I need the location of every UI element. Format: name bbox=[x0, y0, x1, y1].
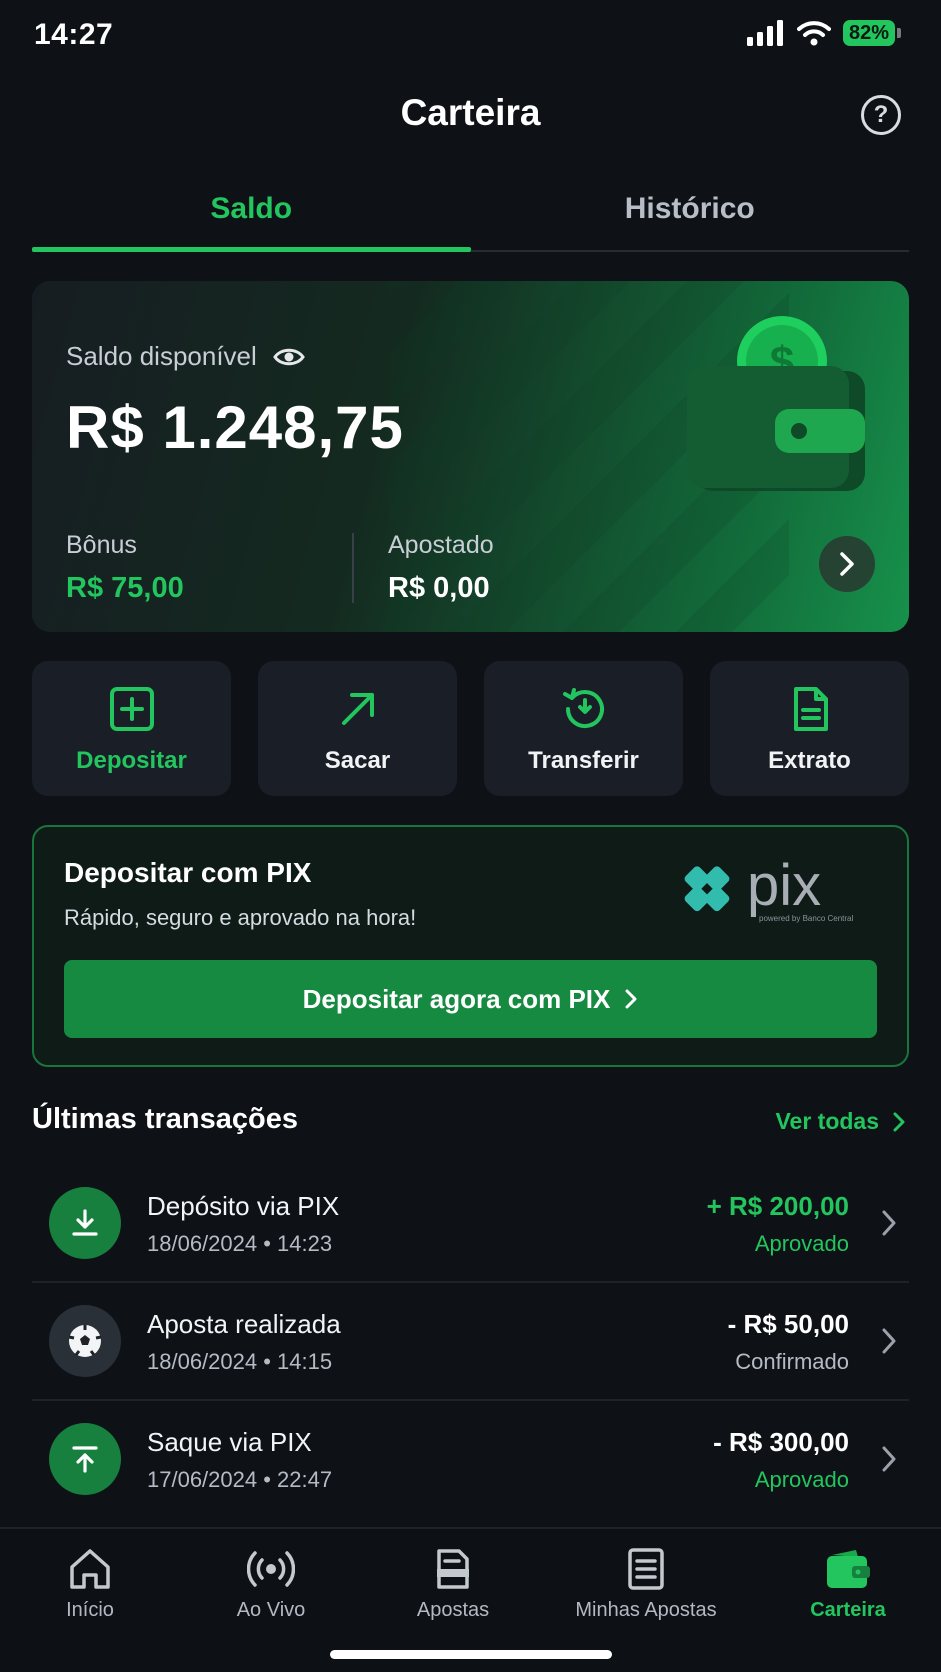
pix-logo-icon: pix powered by Banco Central bbox=[684, 857, 854, 923]
download-icon bbox=[49, 1187, 121, 1259]
statement-label: Extrato bbox=[768, 747, 851, 774]
nav-apostas-label: Apostas bbox=[416, 1599, 490, 1621]
live-broadcast-icon bbox=[247, 1551, 295, 1587]
nav-inicio[interactable]: Início bbox=[5, 1547, 175, 1622]
plus-square-icon bbox=[109, 687, 154, 731]
wallet-icon bbox=[827, 1550, 870, 1588]
status-icons: 82% bbox=[746, 20, 901, 46]
pix-button-label: Depositar agora com PIX bbox=[302, 983, 611, 1014]
list-document-icon bbox=[628, 1548, 664, 1590]
battery-level: 82% bbox=[842, 20, 895, 46]
bonus-block: Bônus R$ 75,00 bbox=[66, 531, 184, 605]
transactions-list: Depósito via PIX 18/06/2024 • 14:23 + R$… bbox=[32, 1165, 909, 1519]
bet-label: Apostado bbox=[388, 531, 494, 559]
balance-label-text: Saldo disponível bbox=[66, 341, 257, 371]
balance-details-button[interactable] bbox=[819, 536, 875, 592]
withdraw-button[interactable]: Sacar bbox=[258, 661, 457, 796]
deposit-label: Depositar bbox=[76, 747, 187, 774]
nav-carteira[interactable]: Carteira bbox=[763, 1547, 933, 1622]
home-icon bbox=[70, 1549, 110, 1589]
pix-deposit-card: Depositar com PIX Rápido, seguro e aprov… bbox=[32, 825, 909, 1067]
signal-icon bbox=[746, 20, 783, 46]
transactions-title: Últimas transações bbox=[32, 1103, 298, 1135]
transaction-date: 18/06/2024 • 14:23 bbox=[147, 1231, 333, 1256]
wallet-tabs: Saldo Histórico bbox=[32, 178, 909, 252]
wifi-icon bbox=[796, 21, 831, 46]
transfer-label: Transferir bbox=[528, 747, 639, 774]
upload-icon bbox=[49, 1423, 121, 1495]
transaction-amount: - R$ 300,00 bbox=[713, 1427, 849, 1457]
tab-saldo[interactable]: Saldo bbox=[32, 178, 471, 252]
nav-carteira-label: Carteira bbox=[810, 1599, 886, 1621]
deposit-button[interactable]: Depositar bbox=[32, 661, 231, 796]
tab-historico[interactable]: Histórico bbox=[471, 178, 910, 250]
transaction-amount: + R$ 200,00 bbox=[706, 1191, 849, 1221]
eye-icon[interactable] bbox=[273, 346, 305, 368]
transaction-date: 17/06/2024 • 22:47 bbox=[147, 1467, 333, 1492]
nav-ao-vivo-label: Ao Vivo bbox=[236, 1599, 306, 1621]
transaction-amount: - R$ 50,00 bbox=[727, 1309, 849, 1339]
transaction-row[interactable]: Aposta realizada 18/06/2024 • 14:15 - R$… bbox=[32, 1283, 909, 1401]
balance-label: Saldo disponível bbox=[66, 341, 305, 372]
battery-tip bbox=[897, 28, 901, 38]
nav-ao-vivo[interactable]: Ao Vivo bbox=[186, 1547, 356, 1622]
nav-minhas-apostas-label: Minhas Apostas bbox=[575, 1599, 717, 1621]
balance-value: R$ 1.248,75 bbox=[66, 394, 404, 461]
transfer-button[interactable]: Transferir bbox=[484, 661, 683, 796]
document-icon bbox=[793, 687, 828, 731]
bet-block: Apostado R$ 0,00 bbox=[388, 531, 494, 605]
withdraw-label: Sacar bbox=[324, 747, 391, 774]
page-title: Carteira bbox=[400, 92, 541, 133]
help-button[interactable]: ? bbox=[861, 95, 901, 135]
transaction-row[interactable]: Saque via PIX 17/06/2024 • 22:47 - R$ 30… bbox=[32, 1401, 909, 1519]
ticket-icon bbox=[437, 1549, 469, 1589]
bet-value: R$ 0,00 bbox=[388, 572, 490, 604]
bonus-label: Bônus bbox=[66, 531, 137, 559]
balance-divider bbox=[352, 533, 354, 603]
arrow-up-right-icon bbox=[341, 693, 374, 725]
chevron-right-icon bbox=[882, 1328, 896, 1354]
battery-indicator: 82% bbox=[842, 20, 901, 46]
transaction-status: Aprovado bbox=[754, 1467, 849, 1492]
help-circle-icon: ? bbox=[873, 101, 889, 128]
statement-button[interactable]: Extrato bbox=[710, 661, 909, 796]
nav-inicio-label: Início bbox=[66, 1599, 114, 1621]
home-indicator bbox=[330, 1650, 612, 1659]
bonus-value: R$ 75,00 bbox=[66, 572, 184, 604]
pix-logo-caption: powered by Banco Central bbox=[759, 914, 854, 923]
transaction-status: Aprovado bbox=[754, 1231, 849, 1256]
nav-apostas[interactable]: Apostas bbox=[368, 1547, 538, 1622]
soccer-ball-icon bbox=[49, 1305, 121, 1377]
pix-deposit-button[interactable]: Depositar agora com PIX bbox=[64, 960, 877, 1038]
transaction-name: Saque via PIX bbox=[147, 1427, 312, 1457]
wallet-screen: 14:27 82% Carteira ? Saldo Histórico $ S… bbox=[0, 0, 941, 1672]
history-icon bbox=[562, 688, 604, 729]
see-all-label: Ver todas bbox=[775, 1108, 879, 1134]
transaction-row[interactable]: Depósito via PIX 18/06/2024 • 14:23 + R$… bbox=[32, 1165, 909, 1283]
chevron-right-icon bbox=[882, 1210, 896, 1236]
pix-logo-text: pix bbox=[747, 857, 821, 918]
chevron-right-icon bbox=[893, 1112, 905, 1131]
chevron-right-icon bbox=[840, 552, 854, 576]
transaction-status: Confirmado bbox=[735, 1349, 849, 1374]
chevron-right-icon bbox=[882, 1446, 896, 1472]
quick-actions: Depositar Sacar Transferir Extrato bbox=[32, 661, 909, 796]
nav-minhas-apostas[interactable]: Minhas Apostas bbox=[561, 1547, 731, 1622]
chevron-right-icon bbox=[625, 989, 637, 1009]
wallet-illustration-icon: $ bbox=[687, 316, 865, 491]
transaction-name: Aposta realizada bbox=[147, 1309, 341, 1339]
transaction-date: 18/06/2024 • 14:15 bbox=[147, 1349, 333, 1374]
see-all-link[interactable]: Ver todas bbox=[775, 1108, 905, 1135]
balance-card: $ Saldo disponível R$ 1.248,75 Bônus R$ … bbox=[32, 281, 909, 632]
transaction-name: Depósito via PIX bbox=[147, 1191, 340, 1221]
pix-title: Depositar com PIX bbox=[64, 857, 312, 888]
status-time: 14:27 bbox=[34, 18, 114, 51]
pix-subtitle: Rápido, seguro e aprovado na hora! bbox=[64, 905, 417, 930]
